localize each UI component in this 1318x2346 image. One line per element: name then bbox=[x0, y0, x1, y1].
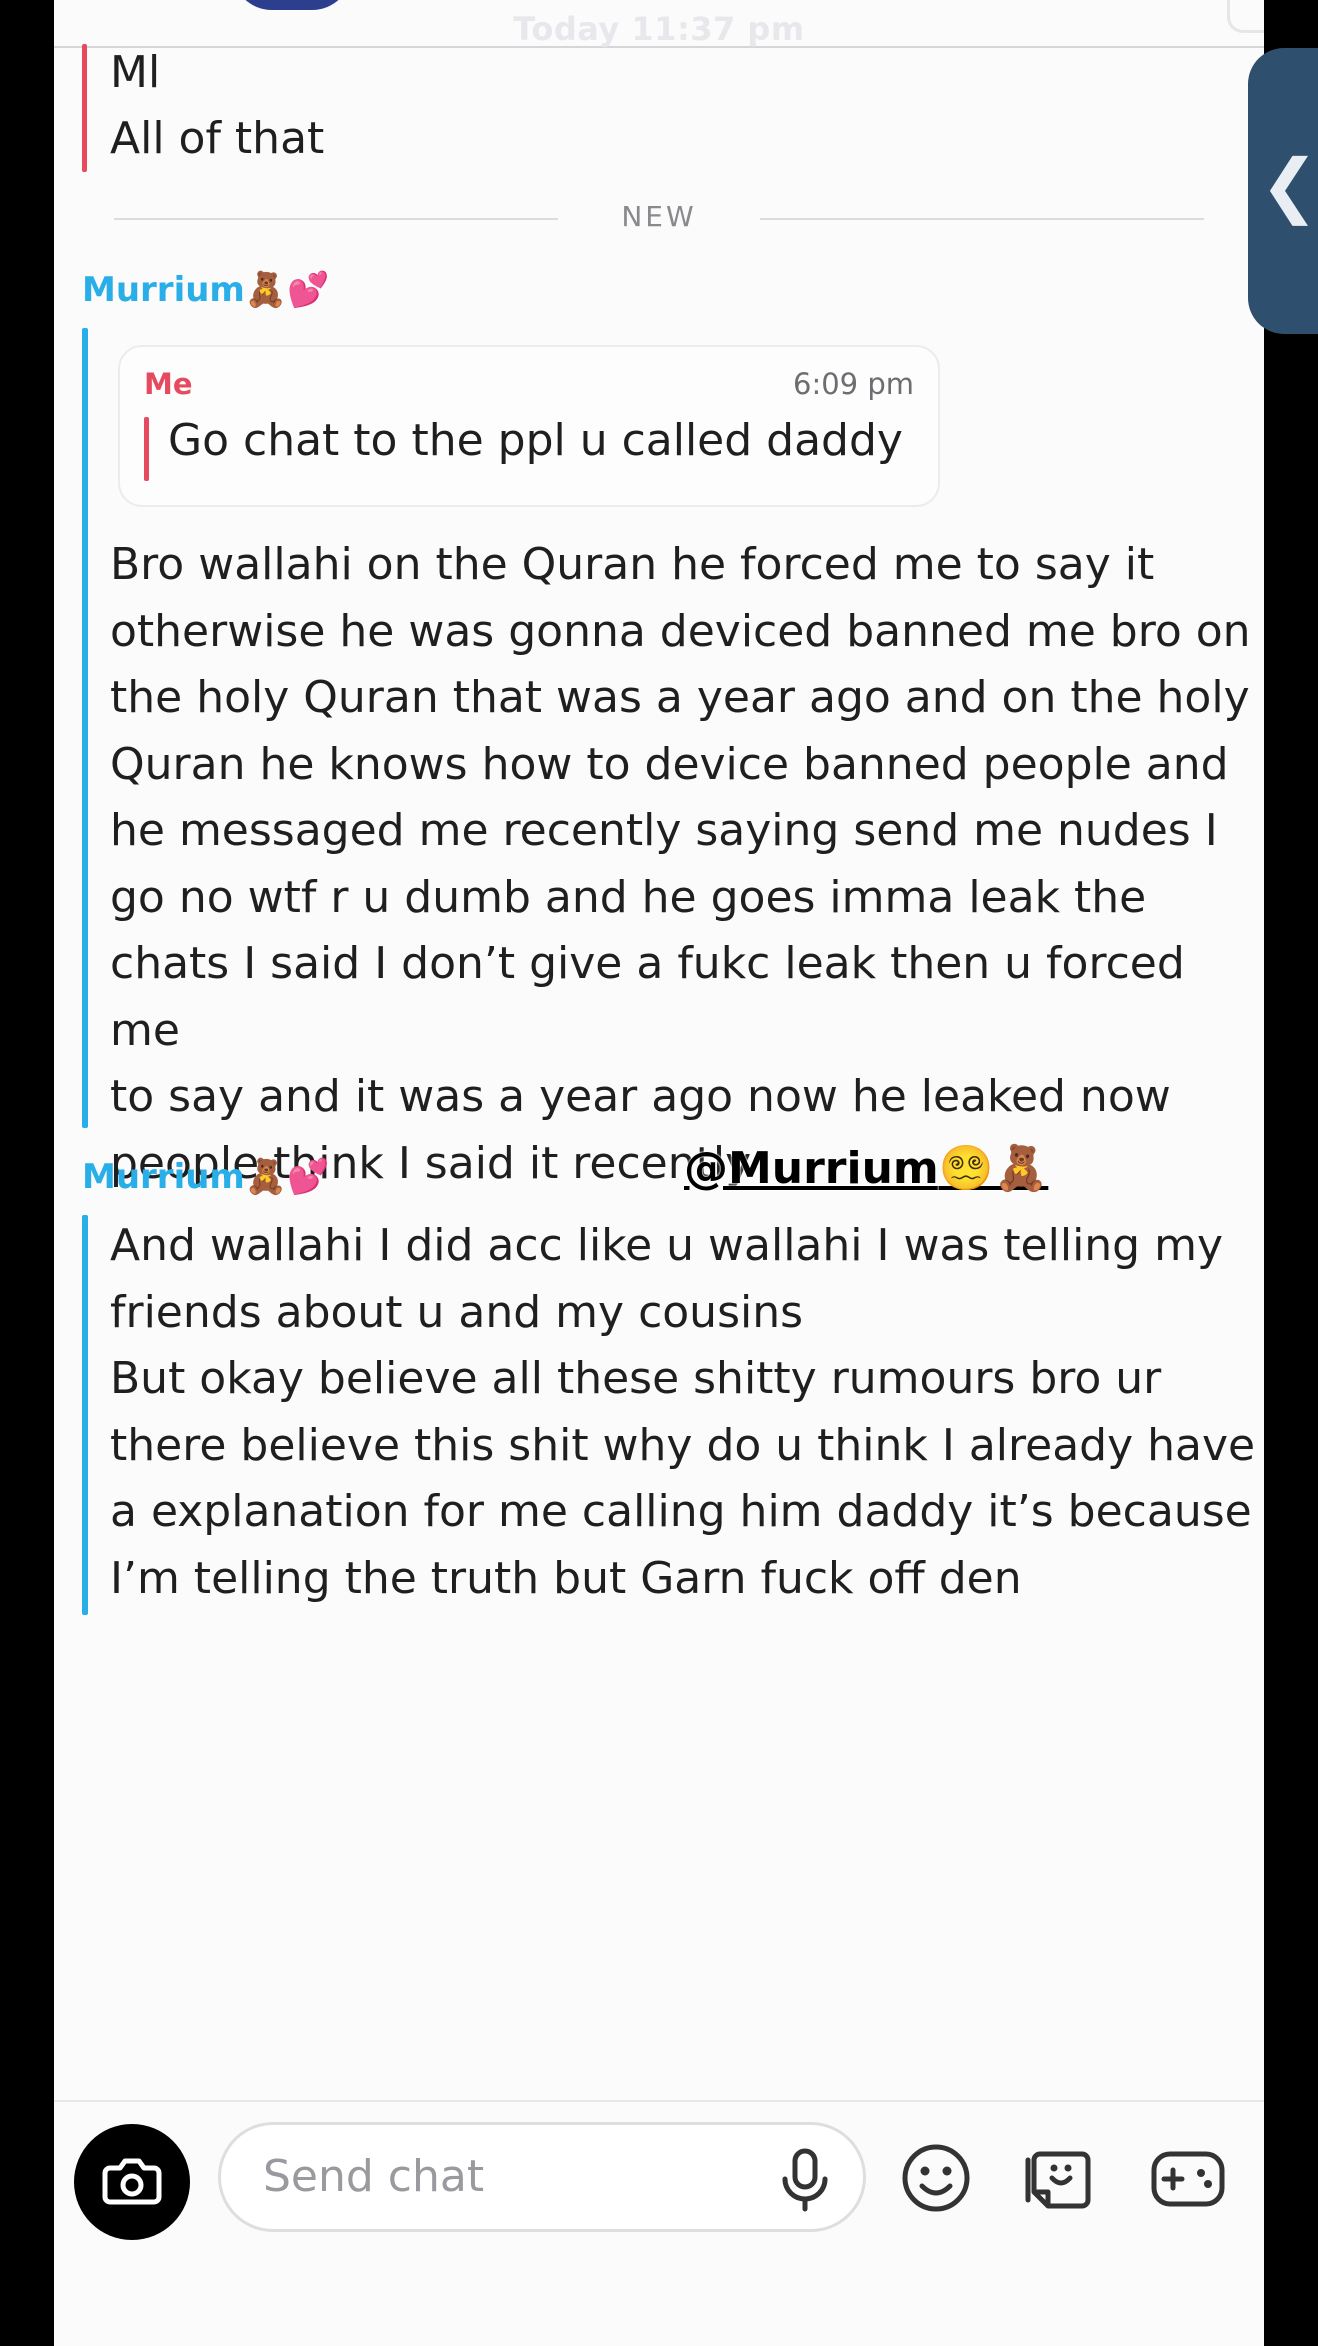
gamepad-icon bbox=[1151, 2151, 1225, 2207]
message-line: Bro wallahi on the Quran he forced me to… bbox=[110, 539, 1155, 590]
sender-name[interactable]: Murrium 🧸💕 bbox=[82, 1157, 330, 1197]
games-button[interactable] bbox=[1148, 2140, 1228, 2220]
divider-line-right bbox=[760, 218, 1204, 220]
quote-sender: Me bbox=[144, 367, 193, 401]
earlier-line: All of that bbox=[110, 113, 325, 164]
handle-sticker: @Murrium😵‍💫🧸 bbox=[684, 1142, 1048, 1194]
message-line: the holy Quran that was a year ago and o… bbox=[110, 672, 1250, 723]
message-line: chats I said I don’t give a fukc leak th… bbox=[110, 938, 1185, 1056]
message-body: Bro wallahi on the Quran he forced me to… bbox=[110, 532, 1264, 1197]
emoji-button[interactable] bbox=[898, 2140, 974, 2220]
earlier-line: Ml bbox=[110, 47, 161, 98]
message-line: I’m telling the truth but Garn fuck off … bbox=[110, 1552, 1022, 1604]
earlier-message-bar bbox=[82, 44, 87, 172]
sticker-icon bbox=[1025, 2151, 1091, 2209]
sender-name[interactable]: Murrium 🧸💕 bbox=[82, 270, 330, 310]
message-line: And wallahi I did acc like u wallahi I w… bbox=[110, 1220, 1223, 1271]
chat-screen: Today 11:37 pm Ml All of that NEW Murriu… bbox=[54, 0, 1264, 2346]
message-line: to say and it was a year ago now he leak… bbox=[110, 1071, 1171, 1122]
sender-emojis: 🧸💕 bbox=[244, 1157, 330, 1197]
quote-time: 6:09 pm bbox=[793, 367, 914, 401]
composer-bar: Send chat bbox=[54, 2100, 1264, 2346]
sender-label: Murrium bbox=[82, 1157, 245, 1197]
side-panel-handle[interactable]: ❮ bbox=[1248, 48, 1318, 334]
new-divider-label: NEW bbox=[621, 200, 697, 233]
send-chat-input[interactable]: Send chat bbox=[218, 2122, 866, 2232]
sender-label: Murrium bbox=[82, 270, 245, 310]
message-line: But okay believe all these shitty rumour… bbox=[110, 1353, 1162, 1404]
handle-text: @Murrium bbox=[684, 1143, 939, 1194]
message-line: go no wtf r u dumb and he goes imma leak… bbox=[110, 871, 1147, 923]
sender-emojis: 🧸💕 bbox=[244, 270, 330, 310]
message-bar bbox=[82, 328, 88, 1128]
quoted-message[interactable]: Me 6:09 pm Go chat to the ppl u called d… bbox=[118, 345, 940, 507]
message-body: And wallahi I did acc like u wallahi I w… bbox=[110, 1213, 1255, 1612]
microphone-icon bbox=[782, 2148, 828, 2212]
quote-bar bbox=[144, 417, 149, 481]
message-line: otherwise he was gonna deviced banned me… bbox=[110, 605, 1251, 657]
sticker-button[interactable] bbox=[1022, 2140, 1098, 2220]
message-line: friends about u and my cousins bbox=[110, 1286, 804, 1338]
send-chat-placeholder: Send chat bbox=[263, 2151, 485, 2202]
chevron-left-icon: ❮ bbox=[1260, 144, 1318, 226]
message-line: there believe this shit why do u think I… bbox=[110, 1419, 1256, 1471]
handle-emojis: 😵‍💫🧸 bbox=[938, 1143, 1049, 1194]
message-bar bbox=[82, 1215, 88, 1615]
header-corner-icon[interactable] bbox=[1227, 0, 1264, 33]
quote-text: Go chat to the ppl u called daddy bbox=[168, 415, 903, 466]
message-line: Quran he knows how to device banned peop… bbox=[110, 738, 1229, 790]
smiley-icon bbox=[902, 2144, 970, 2212]
message-line: a explanation for me calling him daddy i… bbox=[110, 1486, 1252, 1537]
microphone-button[interactable] bbox=[775, 2145, 835, 2219]
camera-icon bbox=[102, 2158, 162, 2205]
message-line: he messaged me recently saying send me n… bbox=[110, 805, 1218, 856]
earlier-message: Ml All of that bbox=[110, 40, 324, 172]
camera-button[interactable] bbox=[74, 2124, 190, 2240]
